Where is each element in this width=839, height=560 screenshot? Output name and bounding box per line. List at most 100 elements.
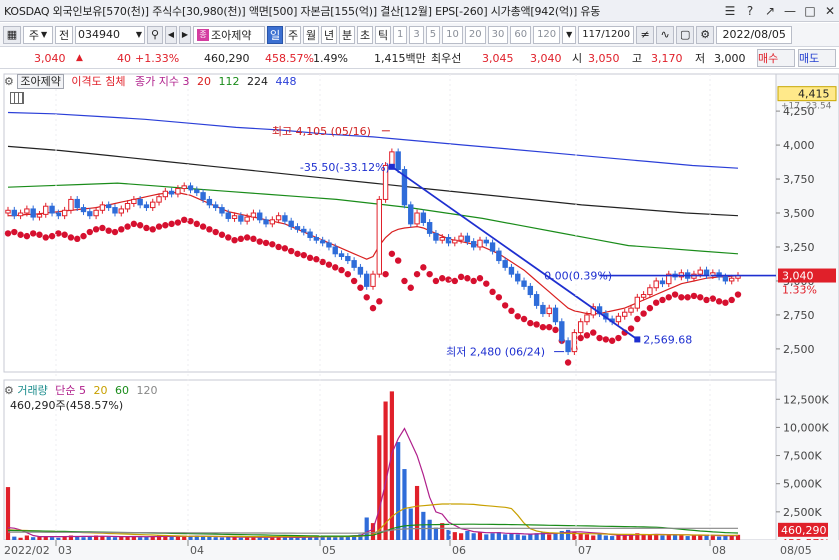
oversold-dot	[514, 313, 521, 320]
legend-ma[interactable]: 종가 지수 3	[135, 75, 189, 88]
fullscreen-icon[interactable]: ▢	[676, 25, 695, 44]
prev-stock-icon[interactable]: ◀	[165, 25, 177, 44]
oversold-dot	[520, 315, 528, 323]
sell-button[interactable]: 매도	[798, 49, 836, 67]
candle-body	[376, 198, 382, 275]
candle-body	[729, 277, 735, 282]
candle-body	[30, 208, 36, 218]
period-button-6[interactable]: 틱	[375, 25, 391, 44]
interval-button-4[interactable]: 20	[464, 25, 486, 44]
interval-button-6[interactable]: 60	[510, 25, 532, 44]
menu-icon[interactable]: ☰	[721, 2, 739, 20]
legend-gear-icon[interactable]: ⚙	[4, 75, 14, 88]
close-icon[interactable]: ✕	[821, 2, 839, 20]
data-count-field[interactable]: 117/1200	[578, 25, 635, 44]
grid-icon[interactable]: ▦	[3, 25, 21, 44]
table-view-icon[interactable]	[10, 92, 24, 104]
candle-body	[219, 207, 225, 214]
oversold-dot	[495, 294, 503, 301]
oversold-dot	[168, 220, 175, 228]
candle-body	[194, 189, 200, 194]
oversold-dot	[722, 299, 729, 306]
oversold-dot	[86, 228, 94, 236]
period-button-0[interactable]: 일	[267, 25, 283, 44]
volume-bar	[565, 529, 571, 540]
buy-button[interactable]: 매수	[757, 49, 795, 67]
volume-gear-icon[interactable]: ⚙	[4, 384, 14, 397]
minimize-icon[interactable]: —	[781, 2, 799, 20]
candle-body	[502, 260, 508, 268]
interval-dropdown[interactable]: ▼	[562, 25, 577, 44]
date-field[interactable]: 2022/08/05	[716, 25, 793, 44]
period-button-4[interactable]: 분	[339, 25, 355, 44]
candle-body	[659, 280, 666, 285]
volume-legend-name[interactable]: 거래량	[17, 384, 47, 397]
candle-body	[225, 212, 231, 219]
period-button-2[interactable]: 월	[303, 25, 319, 44]
volume-bar	[433, 527, 439, 540]
volume-bar	[660, 535, 665, 540]
oversold-dot	[728, 296, 735, 304]
period-button-3[interactable]: 년	[321, 25, 337, 44]
oversold-dot	[206, 226, 213, 233]
price-tick-label-3: 3,500	[783, 207, 815, 220]
oversold-dot	[363, 294, 370, 301]
oversold-dot	[703, 296, 710, 304]
chart-area[interactable]: 4,2504,0003,7503,5003,2503,0002,7502,500…	[0, 70, 839, 560]
interval-button-7[interactable]: 120	[533, 25, 561, 44]
open-price: 3,050	[588, 51, 620, 65]
oversold-dot	[350, 277, 358, 285]
price-panel-frame	[3, 73, 777, 373]
volume-bar	[679, 535, 684, 540]
oversold-dot	[162, 222, 169, 229]
stock-code-input[interactable]: 034940 ▼	[75, 25, 145, 44]
volume-bar	[440, 523, 445, 540]
restore-icon[interactable]: □	[801, 2, 819, 20]
period-button-1[interactable]: 주	[285, 25, 301, 44]
candle-body	[628, 307, 634, 313]
interval-button-3[interactable]: 10	[442, 25, 463, 44]
volume-legend-ma[interactable]: 단순 5	[55, 384, 86, 397]
candle-body	[622, 311, 628, 317]
stock-name-field[interactable]: 종 조아제약	[193, 25, 265, 44]
chart-tool-icon[interactable]: ≠	[636, 25, 655, 44]
volume-bar	[144, 536, 149, 540]
scope-button[interactable]: 전	[55, 25, 73, 44]
volume-bar	[603, 535, 608, 540]
interval-buttons: 1 3 5 10 20 30 60 120	[393, 25, 562, 44]
candle-body	[395, 151, 401, 171]
interval-button-2[interactable]: 5	[425, 25, 441, 44]
candle-body	[357, 266, 364, 275]
oversold-dot	[420, 264, 427, 271]
oversold-dot	[697, 294, 704, 301]
compare-icon[interactable]: ∿	[656, 25, 675, 44]
candle-body	[17, 212, 24, 217]
legend-indicator[interactable]: 이격도 침체	[71, 75, 125, 88]
interval-button-1[interactable]: 3	[409, 25, 424, 44]
candle-body	[105, 204, 112, 209]
candle-body	[168, 190, 175, 195]
candle-body	[426, 222, 433, 234]
settings-icon[interactable]: ⚙	[696, 25, 715, 44]
volume-bar	[553, 533, 558, 540]
oversold-dot	[627, 325, 635, 332]
interval-button-0[interactable]: 1	[393, 25, 408, 44]
next-stock-icon[interactable]: ▶	[179, 25, 191, 44]
help-icon[interactable]: ?	[741, 2, 759, 20]
ask-price: 3,045	[482, 51, 514, 65]
oversold-dot	[439, 275, 446, 282]
oversold-dot	[407, 284, 414, 291]
market-select[interactable]: 주 ▼	[23, 25, 53, 44]
candle-body	[131, 198, 137, 205]
candle-body	[640, 294, 647, 298]
interval-button-5[interactable]: 30	[487, 25, 509, 44]
search-icon[interactable]: ⚲	[147, 25, 163, 44]
volume-bar	[597, 534, 602, 540]
volume-bar	[138, 537, 143, 540]
trend-end-marker[interactable]	[634, 336, 641, 343]
popout-icon[interactable]: ↗	[761, 2, 779, 20]
period-button-5[interactable]: 초	[357, 25, 373, 44]
priority-label: 최우선	[431, 52, 462, 65]
stock-chart[interactable]: 4,2504,0003,7503,5003,2503,0002,7502,500…	[0, 70, 839, 560]
legend-stock-name[interactable]: 조아제약	[17, 74, 64, 89]
